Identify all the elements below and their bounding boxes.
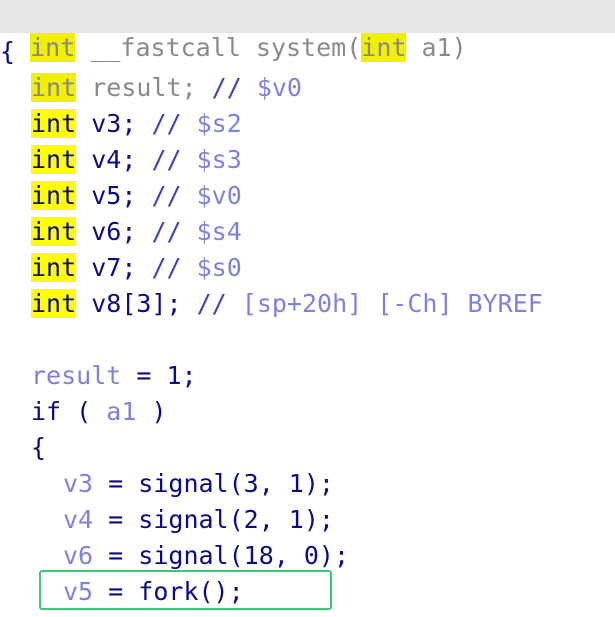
type-keyword[interactable]: int — [31, 145, 77, 174]
register-comment: $s0 — [196, 253, 242, 282]
variable-name[interactable]: v3 — [91, 109, 121, 138]
variable-name[interactable]: v4 — [91, 145, 121, 174]
type-keyword[interactable]: int — [31, 253, 77, 282]
register-comment: $v0 — [256, 73, 302, 102]
type-keyword[interactable]: int — [31, 181, 77, 210]
type-keyword[interactable]: int — [31, 289, 77, 318]
if-close-paren: ) — [151, 397, 167, 426]
param-type-keyword[interactable]: int — [361, 33, 407, 62]
variable-name[interactable]: v6 — [91, 217, 121, 246]
assign-operator: = — [108, 505, 124, 534]
declaration-line[interactable]: int v3; // $s2 — [31, 108, 242, 140]
declaration-line[interactable]: int v5; // $v0 — [31, 180, 242, 212]
statement-separator: ; — [121, 181, 137, 210]
function-call[interactable]: signal(3, 1); — [138, 469, 334, 498]
variable-name[interactable]: result — [91, 73, 181, 102]
result-variable[interactable]: result — [31, 361, 121, 390]
return-type-keyword[interactable]: int — [30, 33, 76, 62]
param-name[interactable]: a1 — [422, 33, 452, 62]
statement-separator: ; — [121, 253, 137, 282]
stack-comment: [sp+20h] [-Ch] BYREF — [241, 289, 543, 318]
function-signature[interactable]: int __fastcall system(int a1) — [0, 0, 467, 62]
register-comment: $s2 — [196, 109, 242, 138]
result-assignment[interactable]: result = 1; — [31, 360, 197, 392]
assigned-variable[interactable]: v6 — [63, 541, 93, 570]
comment-slashes: // — [151, 217, 182, 246]
variable-name[interactable]: v8[3] — [91, 289, 166, 318]
call-statement[interactable]: v3 = signal(3, 1); — [63, 468, 334, 500]
register-comment: $s4 — [196, 217, 242, 246]
if-statement[interactable]: if ( a1 ) — [31, 396, 167, 428]
highlight-box — [39, 570, 332, 610]
declaration-line[interactable]: int v6; // $s4 — [31, 216, 242, 248]
statement-separator: ; — [121, 217, 137, 246]
declaration-line[interactable]: int v8[3]; // [sp+20h] [-Ch] BYREF — [31, 288, 543, 320]
call-statement[interactable]: v6 = signal(18, 0); — [63, 540, 349, 572]
declaration-line[interactable]: int v7; // $s0 — [31, 252, 242, 284]
type-keyword[interactable]: int — [31, 217, 77, 246]
if-open-brace: { — [31, 433, 47, 462]
assign-operator: = — [108, 541, 124, 570]
condition-variable[interactable]: a1 — [106, 397, 136, 426]
type-keyword[interactable]: int — [31, 109, 77, 138]
call-statement[interactable]: v4 = signal(2, 1); — [63, 504, 334, 536]
function-call[interactable]: signal(18, 0); — [138, 541, 349, 570]
assign-operator: = — [108, 469, 124, 498]
function-open-brace: { — [0, 37, 16, 66]
comment-slashes: // — [151, 181, 182, 210]
comment-slashes: // — [196, 289, 227, 318]
statement-separator: ; — [181, 73, 197, 102]
if-open-paren: ( — [76, 397, 92, 426]
statement-separator: ; — [121, 145, 137, 174]
type-keyword[interactable]: int — [31, 73, 77, 102]
statement-separator: ; — [121, 109, 137, 138]
function-name[interactable]: system — [256, 33, 346, 62]
assigned-variable[interactable]: v3 — [63, 469, 93, 498]
function-call[interactable]: signal(2, 1); — [138, 505, 334, 534]
close-paren: ) — [451, 33, 467, 62]
variable-name[interactable]: v5 — [91, 181, 121, 210]
open-paren: ( — [346, 33, 362, 62]
declaration-line[interactable]: int v4; // $s3 — [31, 144, 242, 176]
register-comment: $v0 — [196, 181, 242, 210]
register-comment: $s3 — [196, 145, 242, 174]
variable-name[interactable]: v7 — [91, 253, 121, 282]
assigned-variable[interactable]: v4 — [63, 505, 93, 534]
assign-operator: = — [136, 361, 152, 390]
comment-slashes: // — [151, 109, 182, 138]
if-keyword: if — [31, 397, 62, 426]
comment-slashes: // — [151, 145, 182, 174]
calling-convention: __fastcall — [90, 33, 241, 62]
declaration-line[interactable]: int result; // $v0 — [31, 72, 302, 104]
comment-slashes: // — [151, 253, 182, 282]
statement-separator: ; — [166, 289, 182, 318]
comment-slashes: // — [211, 73, 242, 102]
assigned-value: 1; — [166, 361, 197, 390]
